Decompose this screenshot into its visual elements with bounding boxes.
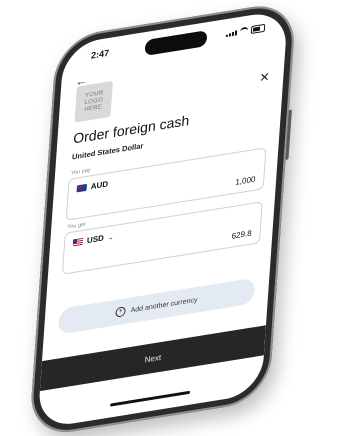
- pay-currency: AUD: [76, 179, 108, 193]
- wifi-icon: [239, 26, 249, 36]
- add-currency-label: Add another currency: [130, 296, 198, 314]
- battery-icon: [250, 23, 266, 35]
- logo-text: YOUR LOGO HERE: [84, 89, 104, 113]
- chevron-down-icon: ⌄: [107, 233, 114, 242]
- tilt-wrapper: 2:47 ← ✕ YOUR LOGO HERE Order foreign ca…: [0, 0, 350, 436]
- stage: 2:47 ← ✕ YOUR LOGO HERE Order foreign ca…: [0, 0, 350, 436]
- next-button[interactable]: Next: [39, 325, 266, 392]
- home-indicator: [109, 390, 191, 407]
- get-currency-code: USD: [86, 233, 105, 246]
- plus-circle-icon: +: [115, 306, 126, 318]
- add-currency-button[interactable]: + Add another currency: [57, 277, 256, 335]
- status-time: 2:47: [90, 47, 110, 61]
- phone-screen: 2:47 ← ✕ YOUR LOGO HERE Order foreign ca…: [37, 9, 289, 430]
- australia-flag-icon: [76, 183, 87, 193]
- phone-frame: 2:47 ← ✕ YOUR LOGO HERE Order foreign ca…: [28, 0, 297, 436]
- close-icon[interactable]: ✕: [259, 70, 270, 86]
- get-amount[interactable]: 629.8: [231, 229, 252, 241]
- status-icons: [225, 23, 266, 38]
- dynamic-island: [144, 30, 208, 56]
- pay-amount[interactable]: 1,000: [235, 175, 256, 187]
- pay-currency-code: AUD: [90, 179, 109, 192]
- signal-icon: [225, 29, 238, 37]
- usa-flag-icon: [72, 237, 84, 247]
- logo-placeholder: YOUR LOGO HERE: [74, 80, 113, 123]
- get-currency-select[interactable]: USD ⌄: [72, 232, 114, 248]
